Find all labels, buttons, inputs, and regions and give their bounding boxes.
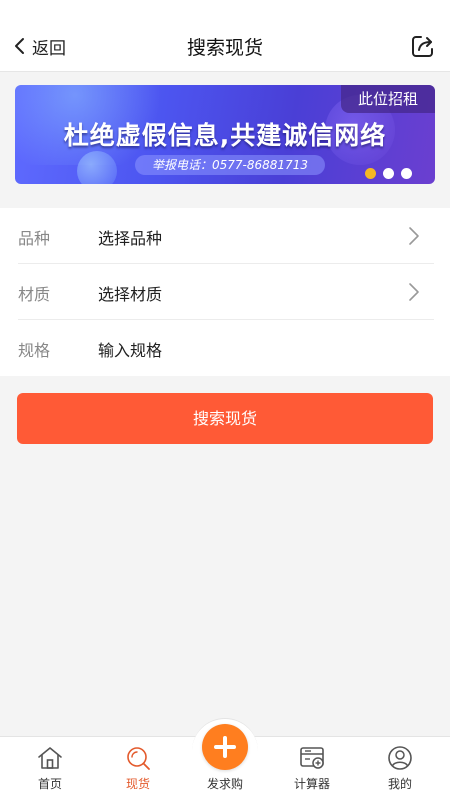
page-title: 搜索现货: [186, 37, 263, 59]
banner-tag: 此位招租: [341, 85, 435, 113]
nav-label: 我的: [387, 777, 412, 791]
nav-label: 现货: [125, 777, 150, 791]
spec-input[interactable]: 输入规格: [98, 337, 162, 361]
material-label: 材质: [18, 285, 51, 304]
calculator-icon: [300, 747, 324, 769]
variety-value: 选择品种: [98, 229, 163, 248]
variety-selector[interactable]: 品种 选择品种: [18, 208, 434, 264]
search-form: 品种 选择品种 材质 选择材质 规格 输入规格: [0, 208, 450, 376]
chevron-right-icon: [409, 227, 419, 245]
nav-item-calculator[interactable]: 计算器: [267, 737, 357, 800]
spec-label: 规格: [18, 341, 51, 360]
user-icon: [388, 746, 412, 770]
plus-icon: [223, 736, 227, 758]
nav-item-spot[interactable]: 现货: [93, 737, 183, 800]
home-icon: [38, 747, 62, 769]
ad-banner[interactable]: 此位招租 杜绝虚假信息,共建诚信网络 举报电话：0577-86881713: [15, 85, 435, 184]
nav-label: 计算器: [293, 777, 330, 791]
chevron-right-icon: [409, 283, 419, 301]
post-request-button[interactable]: [202, 724, 248, 770]
carousel-dot[interactable]: [365, 168, 376, 179]
banner-headline: 杜绝虚假信息,共建诚信网络: [63, 121, 387, 150]
carousel-dots: [358, 168, 412, 179]
page: 返回 搜索现货 此位招租 杜绝虚假信息,共建诚信网络 举报电话：0577-868…: [0, 0, 450, 800]
material-value: 选择材质: [98, 285, 163, 304]
search-icon: [127, 747, 150, 770]
carousel-dot[interactable]: [383, 168, 394, 179]
spec-field[interactable]: 规格 输入规格: [18, 320, 434, 376]
nav-item-home[interactable]: 首页: [5, 737, 95, 800]
banner-bubble: [77, 151, 117, 184]
carousel-dot[interactable]: [401, 168, 412, 179]
nav-item-mine[interactable]: 我的: [355, 737, 445, 800]
nav-label: 发求购: [206, 777, 243, 791]
variety-label: 品种: [18, 229, 51, 248]
app-header: 返回 搜索现货: [0, 0, 450, 72]
search-button[interactable]: 搜索现货: [17, 393, 433, 444]
nav-label: 首页: [37, 777, 62, 791]
material-selector[interactable]: 材质 选择材质: [18, 264, 434, 320]
share-icon[interactable]: [410, 33, 436, 59]
banner-phone: 举报电话：0577-86881713: [135, 155, 325, 175]
